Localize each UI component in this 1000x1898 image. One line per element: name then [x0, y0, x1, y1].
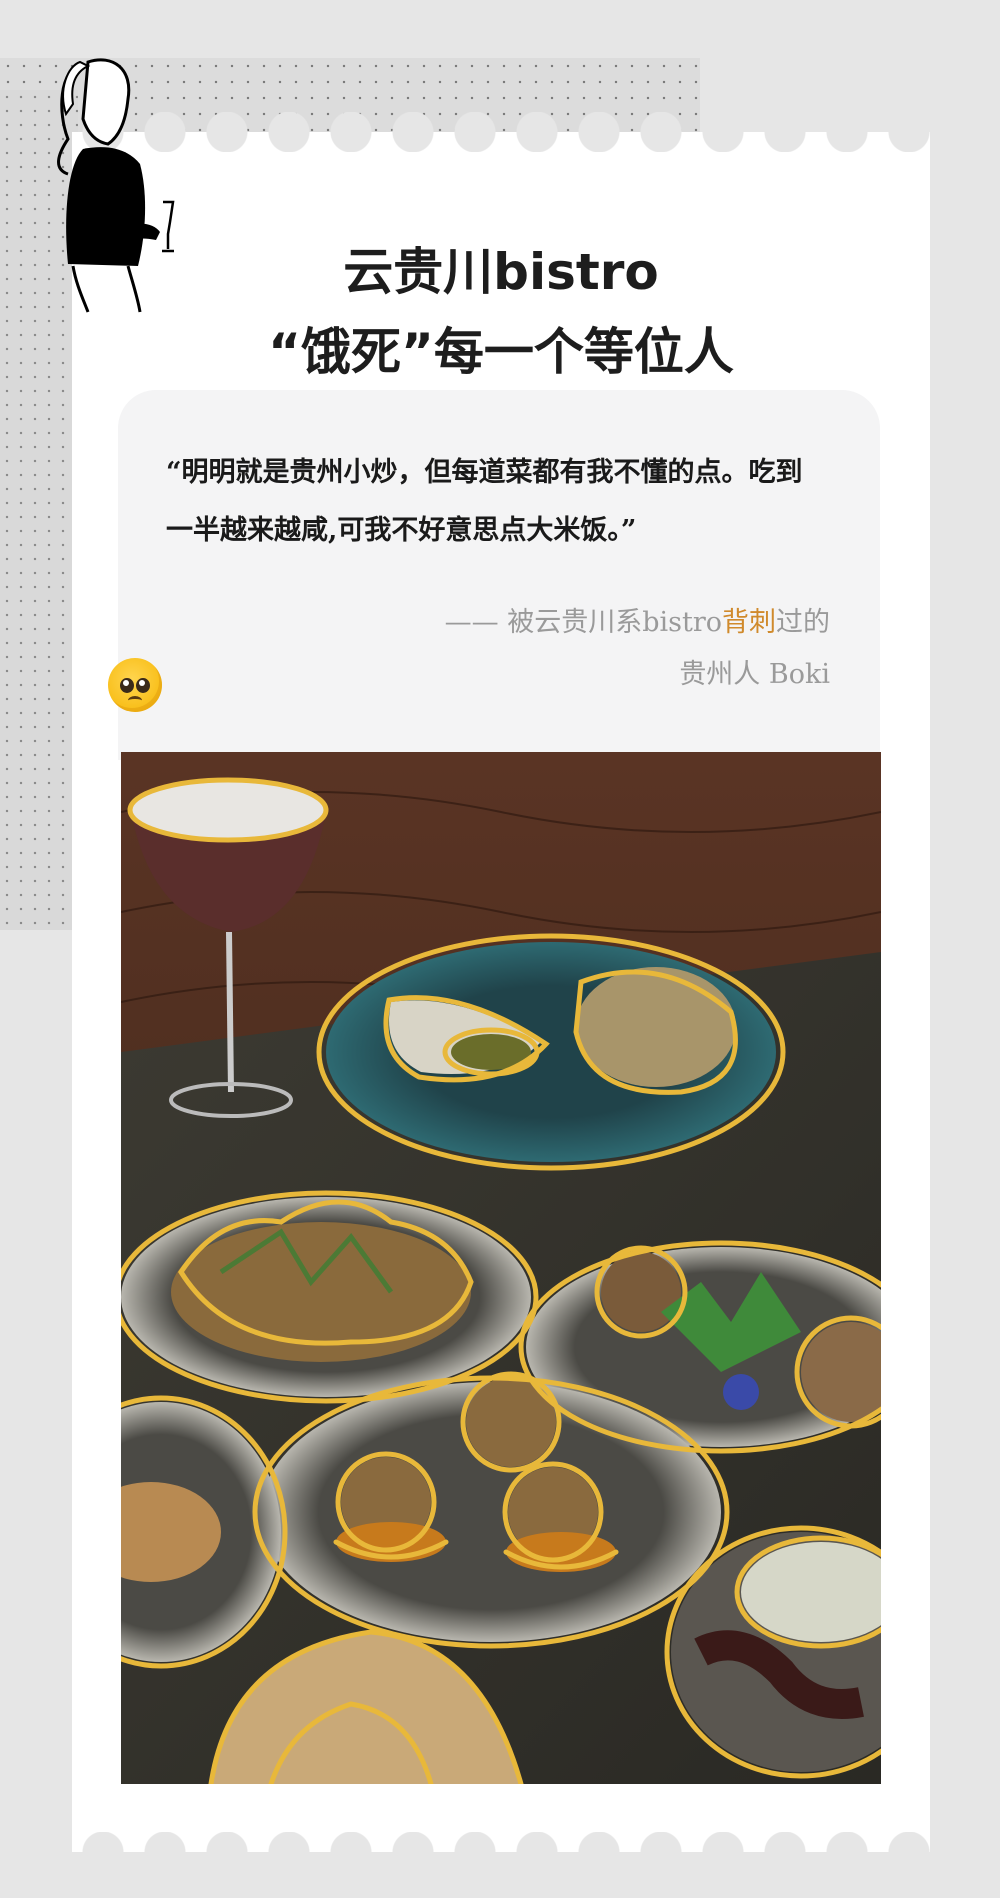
- page-title-line2: “饿死”每一个等位人: [268, 323, 734, 381]
- emoji-eye-left: [120, 678, 134, 693]
- food-photo: [121, 752, 881, 1784]
- attribution-highlight: 背刺: [722, 607, 776, 638]
- quote-attribution: —— 被云贵川系bistro背刺过的: [445, 600, 830, 639]
- ticket-edge-bottom: [72, 1832, 930, 1872]
- pleading-face-icon: [108, 658, 162, 712]
- page-title-line1: 云贵川bistro: [343, 243, 659, 301]
- emoji-eye-right: [136, 678, 150, 693]
- ticket-edge-top: [72, 112, 930, 152]
- attribution-suffix: 过的: [776, 607, 830, 638]
- attribution-author: 贵州人 Boki: [679, 659, 830, 690]
- emoji-mouth: [128, 696, 142, 705]
- attribution-prefix: —— 被云贵川系bistro: [444, 607, 722, 638]
- quote-text: “明明就是贵州小炒，但每道菜都有我不懂的点。吃到一半越来越咸,可我不好意思点大米…: [166, 457, 803, 546]
